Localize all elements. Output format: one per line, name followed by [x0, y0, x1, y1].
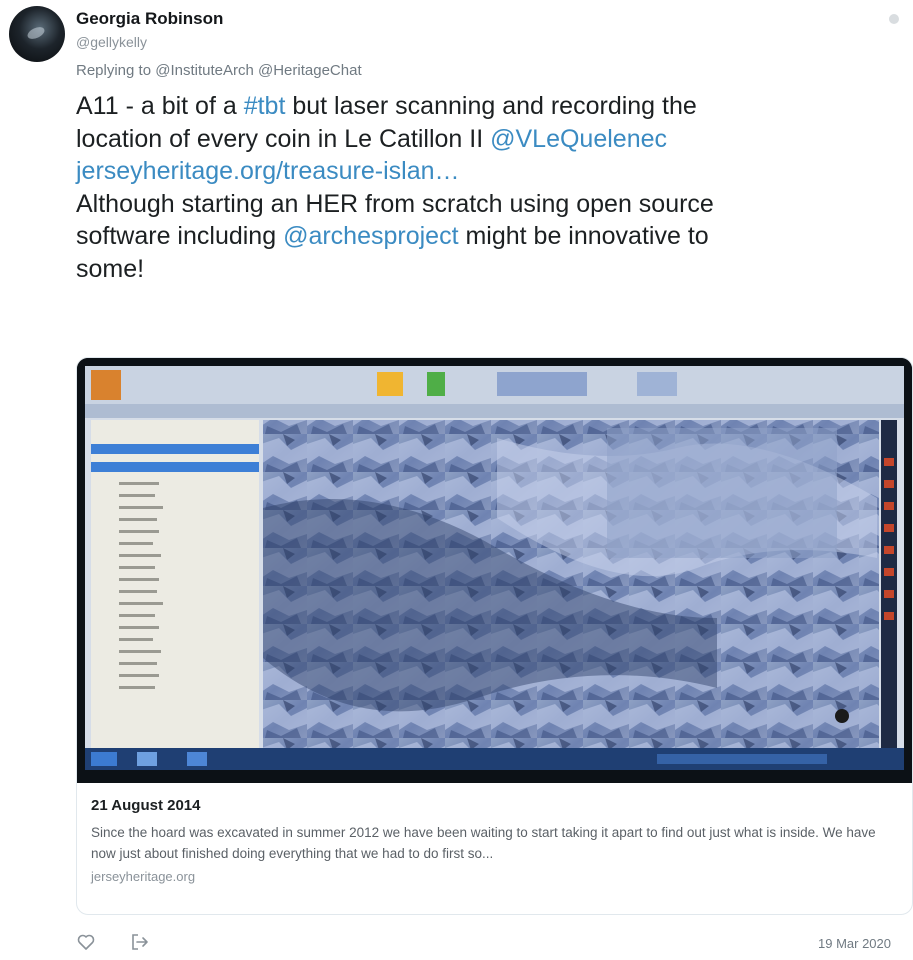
card-image[interactable] — [77, 358, 912, 783]
text-span: might be innovative to — [458, 222, 709, 250]
replying-to: Replying to @InstituteArch @HeritageChat — [76, 62, 362, 79]
author-name[interactable]: Georgia Robinson — [76, 9, 223, 29]
share-icon[interactable] — [130, 932, 150, 952]
card-title[interactable]: 21 August 2014 — [91, 797, 201, 814]
monitor-photo — [77, 358, 912, 783]
link-card[interactable]: 21 August 2014 Since the hoard was excav… — [76, 357, 913, 915]
mention-link[interactable]: @VLeQuelenec — [490, 125, 667, 153]
reply-mention[interactable]: @InstituteArch — [155, 62, 254, 79]
mention-link[interactable]: @archesproject — [283, 222, 458, 250]
card-description: Since the hoard was excavated in summer … — [91, 825, 876, 861]
heart-icon[interactable] — [76, 932, 96, 952]
text-span: some! — [76, 254, 145, 283]
text-span: A11 - a bit of a — [76, 92, 244, 120]
tweet-line: software including @archesproject might … — [76, 220, 866, 253]
tweet-actions — [76, 932, 150, 952]
tweet-timestamp[interactable]: 19 Mar 2020 — [818, 936, 891, 951]
tweet-line: A11 - a bit of a #tbt but laser scanning… — [76, 90, 866, 123]
hashtag-link[interactable]: #tbt — [244, 92, 286, 120]
menu-dot-icon[interactable] — [889, 14, 899, 24]
card-domain: jerseyheritage.org — [91, 869, 196, 884]
replying-prefix: Replying to — [76, 62, 152, 79]
tweet-line: location of every coin in Le Catillon II… — [76, 123, 866, 156]
tweet-line: jerseyheritage.org/treasure-islan… — [76, 155, 866, 188]
tweet-line: Although starting an HER from scratch us… — [76, 188, 866, 221]
tweet-line: some! — [76, 253, 866, 286]
reply-mention[interactable]: @HeritageChat — [258, 62, 362, 79]
text-span: but laser scanning and recording the — [285, 92, 697, 120]
heart-icon-svg — [77, 934, 95, 950]
author-handle[interactable]: @gellykelly — [76, 34, 147, 50]
avatar[interactable] — [9, 6, 65, 62]
tweet-text: A11 - a bit of a #tbt but laser scanning… — [76, 90, 866, 285]
url-link[interactable]: jerseyheritage.org/treasure-islan… — [76, 157, 460, 185]
text-span: Although starting an HER from scratch us… — [76, 189, 714, 218]
share-icon-svg — [132, 934, 148, 950]
text-span: software including — [76, 222, 284, 250]
text-span: location of every coin in Le Catillon II — [76, 124, 491, 153]
